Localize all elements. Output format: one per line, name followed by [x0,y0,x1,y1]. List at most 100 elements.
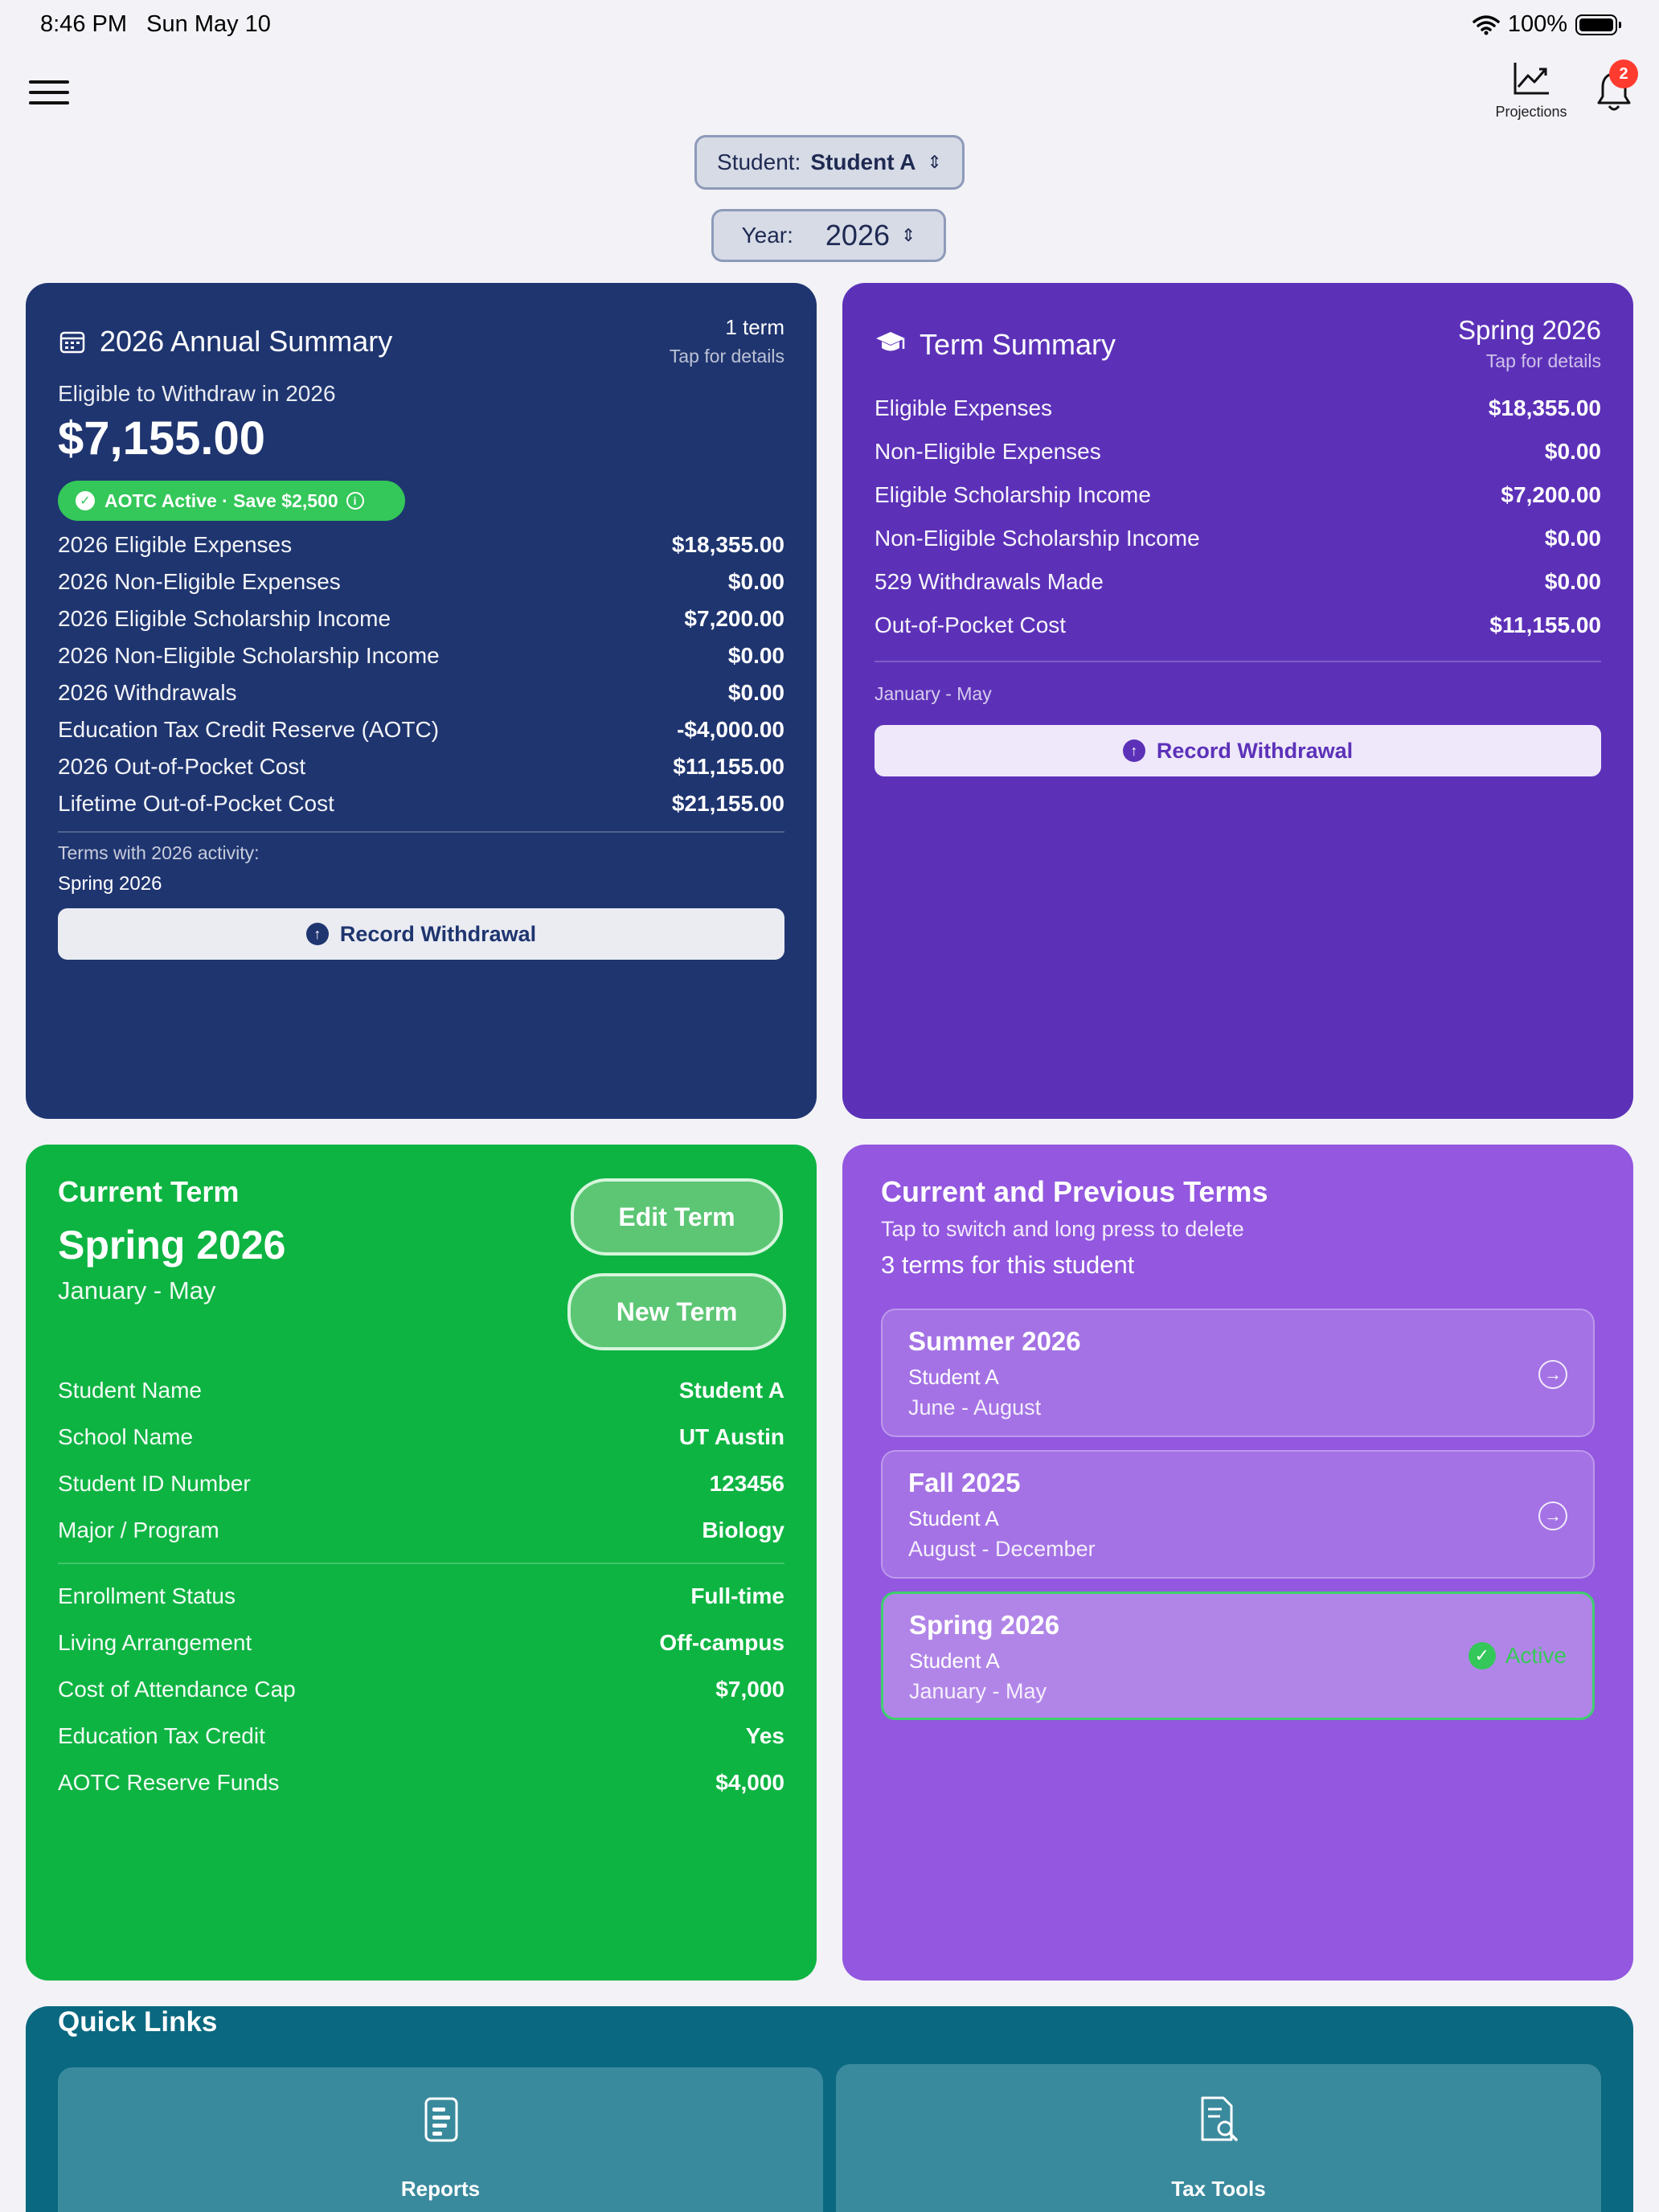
detail-row: Non-Eligible Scholarship Income $0.00 [875,526,1601,551]
reports-link[interactable]: Reports [58,2067,823,2212]
detail-value: Off-campus [659,1630,784,1655]
detail-row: 2026 Out-of-Pocket Cost $11,155.00 [58,754,784,780]
detail-label: Education Tax Credit [58,1723,265,1748]
annual-summary-card[interactable]: 2026 Annual Summary 1 term Tap for detai… [26,283,817,1119]
record-withdrawal-button[interactable]: ↑ Record Withdrawal [58,908,784,960]
detail-label: Cost of Attendance Cap [58,1677,296,1702]
record-withdrawal-label: Record Withdrawal [339,921,537,946]
detail-value: Full-time [690,1583,784,1608]
detail-label: Non-Eligible Expenses [875,439,1101,464]
calendar-icon [59,331,85,354]
battery-percent: 100% [1507,11,1567,37]
doc-magnifier-icon [1201,2096,1238,2141]
active-status-label: Active [1505,1643,1567,1668]
term-summary-card[interactable]: Term Summary Spring 2026 Tap for details… [842,283,1633,1119]
detail-row: Eligible Scholarship Income $7,200.00 [875,482,1601,508]
year-picker-label: Year: [741,223,793,248]
terms-activity-label: Terms with 2026 activity: [58,842,260,863]
annual-term-count: 1 term [725,315,784,339]
term-item-spring-2026[interactable]: Spring 2026 Student A January - May ✓ Ac… [881,1591,1595,1720]
term-item-student: Student A [909,1649,1000,1673]
detail-label: 2026 Eligible Scholarship Income [58,606,391,631]
detail-value: $7,200.00 [684,606,784,631]
detail-value: $18,355.00 [1488,395,1601,420]
detail-label: 529 Withdrawals Made [875,569,1104,594]
term-item-name: Spring 2026 [909,1610,1060,1640]
reports-label: Reports [400,2177,481,2201]
new-term-button[interactable]: New Term [567,1273,786,1350]
detail-row: 2026 Non-Eligible Scholarship Income $0.0… [58,643,784,669]
arrow-right-circle-icon: → [1538,1360,1567,1389]
tax-tools-link[interactable]: Tax Tools [836,2064,1601,2212]
term-item-summer-2026[interactable]: Summer 2026 Student A June - August → [881,1309,1595,1437]
detail-label: Eligible Scholarship Income [875,482,1151,507]
detail-row: Student Name Student A [58,1378,784,1403]
edit-term-button[interactable]: Edit Term [571,1178,783,1256]
detail-value: $11,155.00 [1489,612,1601,637]
status-time: 8:46 PM Sun May 10 [40,11,271,38]
term-item-name: Fall 2025 [908,1468,1021,1497]
chevron-updown-icon: ⇕ [927,152,942,172]
clock-time: 8:46 PM [40,11,127,37]
checkmark-circle-icon: ✓ [1468,1642,1496,1669]
detail-label: Enrollment Status [58,1583,236,1608]
detail-value: $0.00 [727,569,784,594]
term-item-dates: August - December [908,1537,1096,1561]
current-term-heading: Current Term [58,1175,240,1208]
detail-label: 2026 Non-Eligible Expenses [58,569,341,594]
student-picker-label: Student: [717,150,801,174]
graduation-cap-icon [876,332,905,351]
arrow-up-circle-icon: ↑ [1122,739,1145,762]
detail-label: Education Tax Credit Reserve (AOTC) [58,717,440,742]
term-summary-dates: January - May [875,683,992,704]
detail-value: $21,155.00 [671,791,784,816]
student-picker[interactable]: Student: Student A ⇕ [694,135,965,190]
detail-label: Eligible Expenses [875,395,1053,420]
year-picker[interactable]: Year: 2026 ⇕ [711,209,946,262]
divider [875,661,1601,662]
detail-label: Out-of-Pocket Cost [875,612,1067,637]
quick-links-card: Quick Links Reports Tax Tools [26,2006,1633,2212]
term-item-dates: January - May [909,1679,1047,1703]
info-icon: i [346,492,364,510]
current-term-card: Current Term Spring 2026 January - May E… [26,1145,817,1981]
detail-row: Cost of Attendance Cap $7,000 [58,1677,784,1702]
current-term-dates: January - May [58,1276,216,1305]
detail-row: 2026 Eligible Expenses $18,355.00 [58,532,784,558]
student-picker-value: Student A [810,150,916,174]
detail-row: 2026 Withdrawals $0.00 [58,680,784,706]
detail-row: AOTC Reserve Funds $4,000 [58,1770,784,1796]
term-summary-tap-hint: Tap for details [1485,350,1601,371]
detail-value: 123456 [709,1471,784,1496]
detail-label: Student Name [58,1378,202,1403]
detail-value: -$4,000.00 [677,717,784,742]
detail-value: Student A [678,1378,784,1403]
notifications-button[interactable]: 2 [1595,59,1640,116]
record-withdrawal-button[interactable]: ↑ Record Withdrawal [875,725,1601,776]
detail-row: 2026 Eligible Scholarship Income $7,200.0… [58,606,784,632]
detail-value: $7,000 [715,1677,784,1702]
term-item-name: Summer 2026 [908,1326,1081,1356]
detail-label: 2026 Withdrawals [58,680,237,705]
projections-button[interactable]: Projections [1487,61,1575,121]
menu-icon[interactable] [29,80,69,108]
arrow-right-circle-icon: → [1538,1501,1567,1530]
term-item-fall-2025[interactable]: Fall 2025 Student A August - December → [881,1450,1595,1579]
record-withdrawal-label: Record Withdrawal [1156,738,1354,763]
term-item-student: Student A [908,1365,999,1389]
year-picker-value: 2026 [825,219,890,252]
detail-label: Living Arrangement [58,1630,252,1655]
detail-label: Lifetime Out-of-Pocket Cost [58,791,334,816]
terms-activity-value: Spring 2026 [58,873,162,895]
detail-value: $4,000 [715,1770,784,1795]
aotc-status-badge[interactable]: ✓ AOTC Active · Save $2,500 i [58,481,405,521]
term-item-dates: June - August [908,1395,1042,1419]
term-item-student: Student A [908,1506,999,1530]
detail-label: 2026 Eligible Expenses [58,532,293,557]
detail-row: Enrollment Status Full-time [58,1583,784,1609]
terms-list-card: Current and Previous Terms Tap to switch… [842,1145,1633,1981]
detail-row: Education Tax Credit Reserve (AOTC) -$4,0… [58,717,784,743]
detail-row: Education Tax Credit Yes [58,1723,784,1749]
divider [58,831,784,833]
detail-label: Major / Program [58,1518,219,1542]
